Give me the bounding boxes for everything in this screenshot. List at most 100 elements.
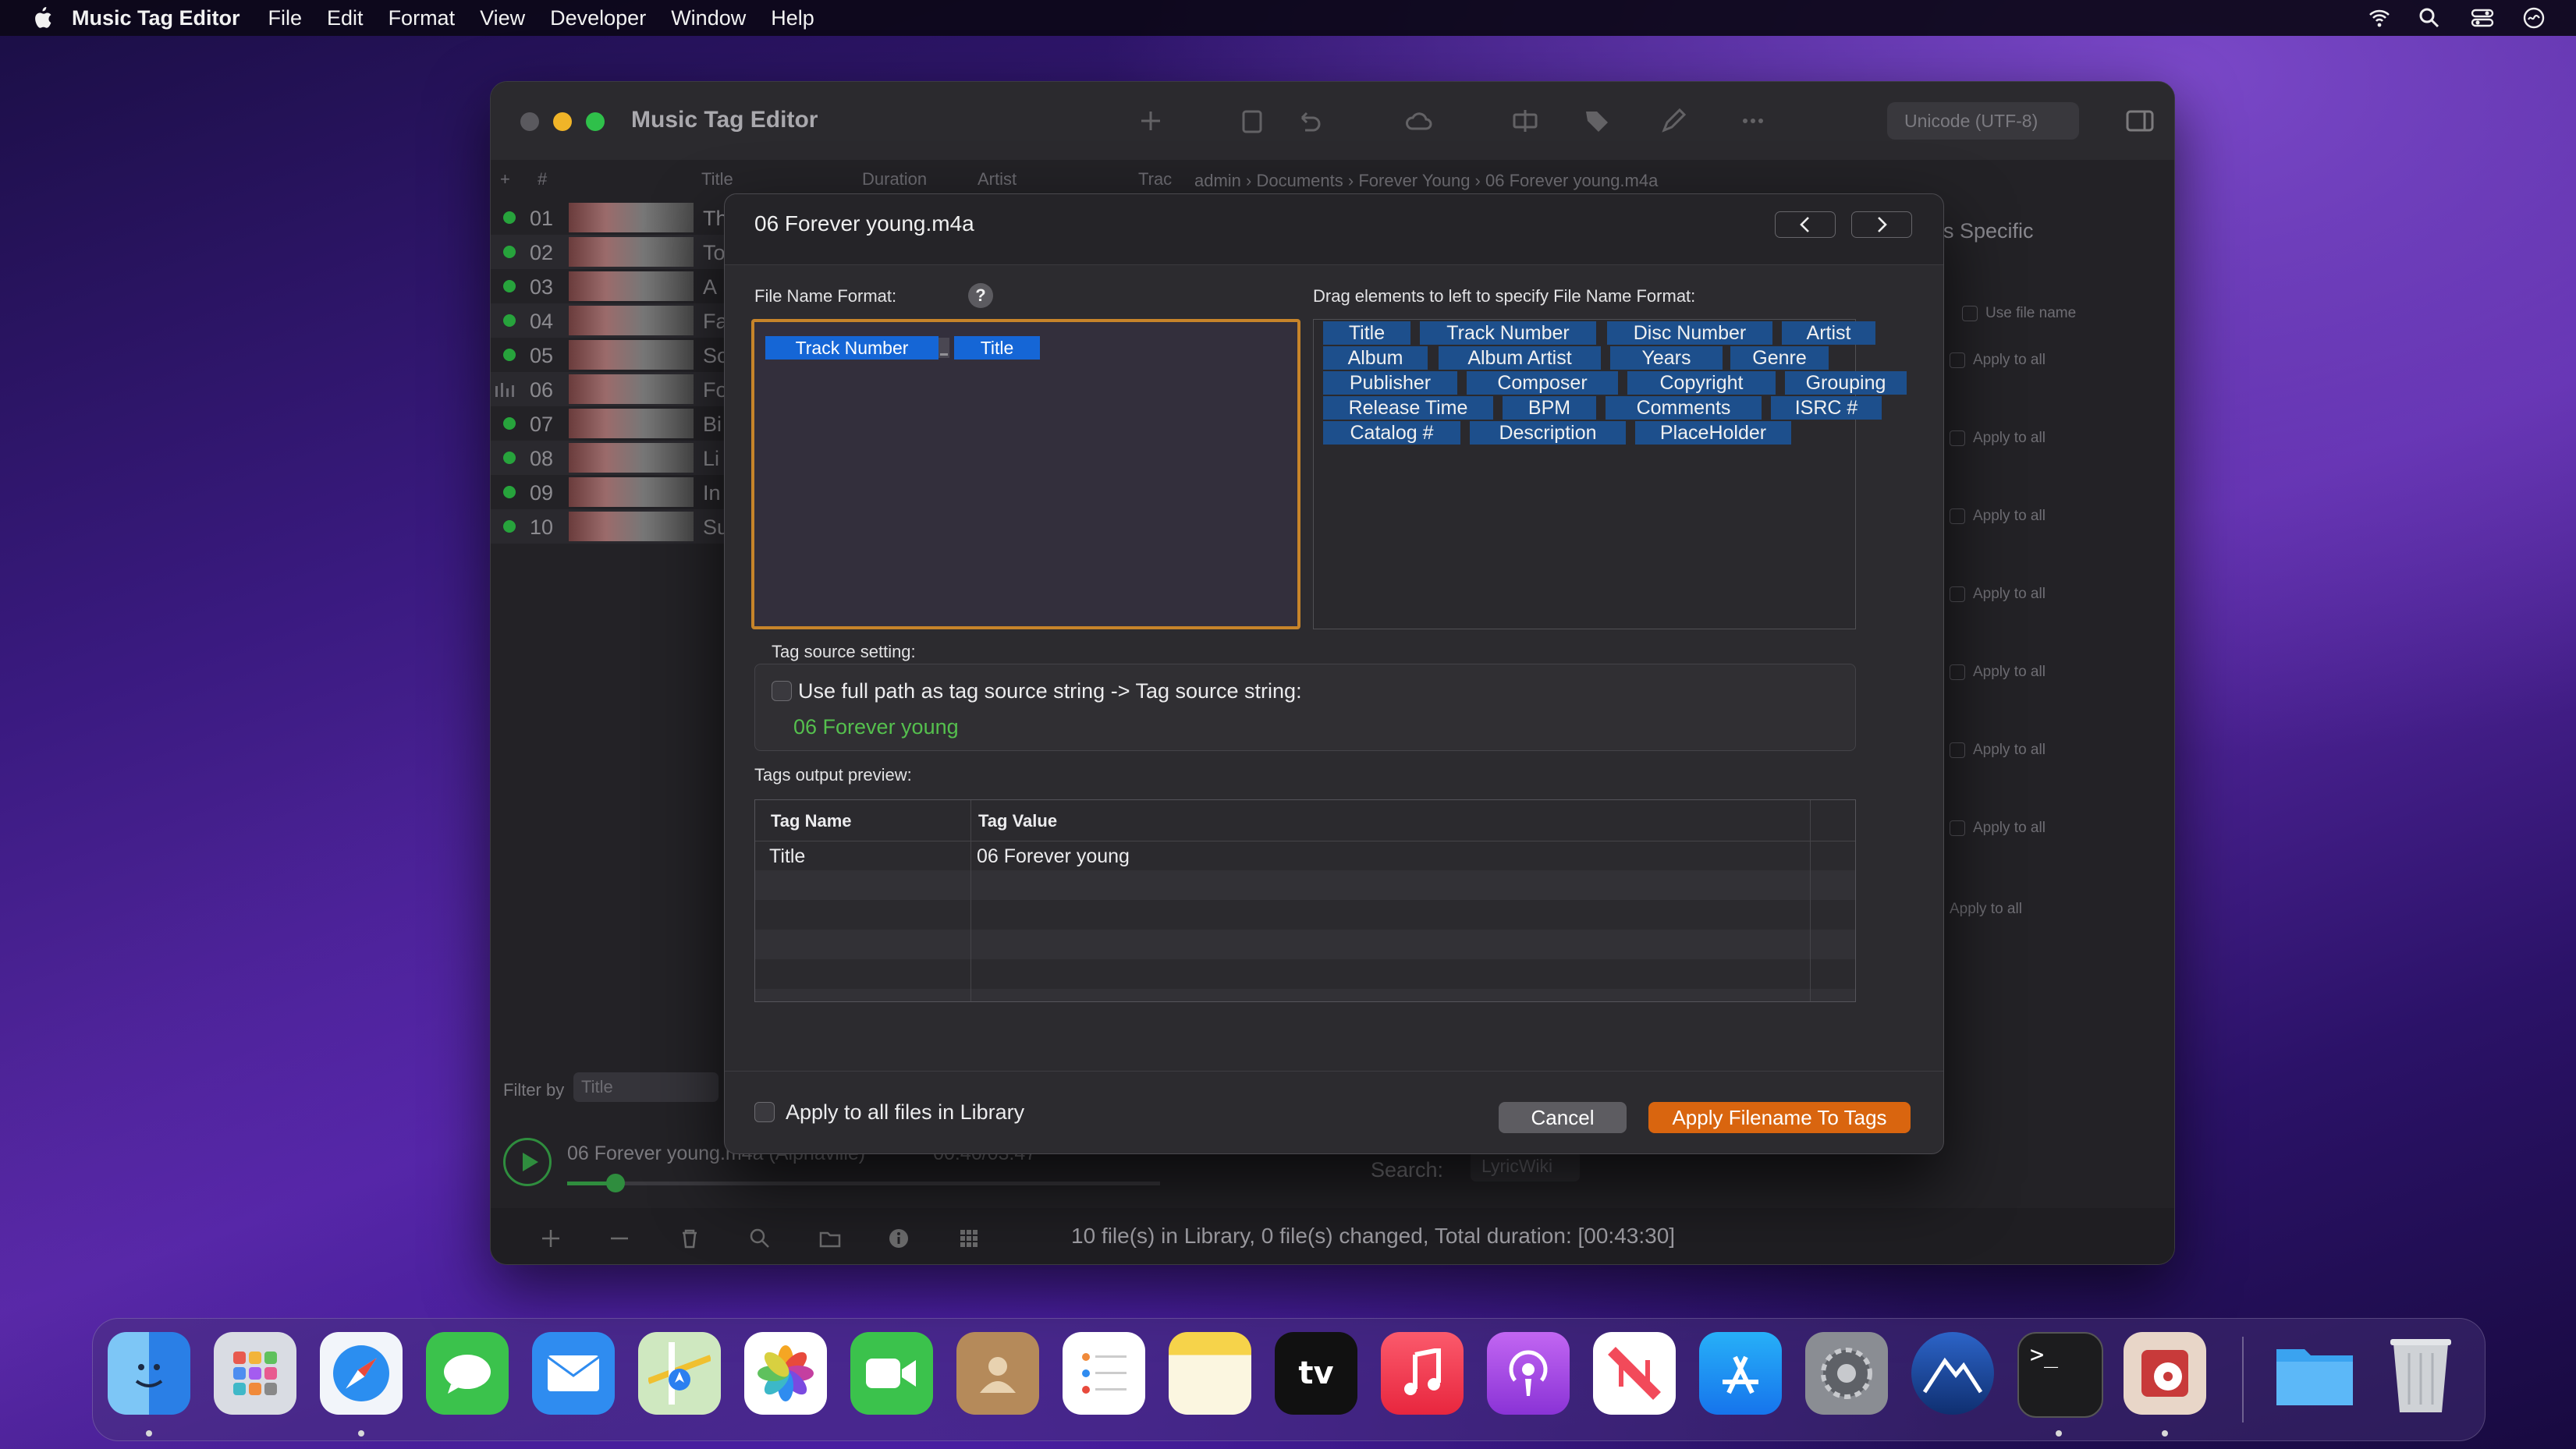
breadcrumb-item[interactable]: Documents [1256,171,1343,190]
monterey-icon[interactable] [1911,1332,1994,1415]
element-catalog[interactable]: Catalog # [1323,421,1460,445]
breadcrumb-item[interactable]: 06 Forever young.m4a [1485,171,1658,190]
table-row[interactable]: Title 06 Forever young [755,841,1855,870]
element-bpm[interactable]: BPM [1503,396,1596,420]
info-icon[interactable] [887,1227,910,1250]
breadcrumb-item[interactable]: Forever Young [1358,171,1470,190]
cancel-button[interactable]: Cancel [1499,1102,1627,1133]
app-store-icon[interactable] [1699,1332,1782,1415]
element-publisher[interactable]: Publisher [1323,371,1457,395]
element-disc-number[interactable]: Disc Number [1607,321,1772,345]
id3-editor-icon[interactable] [2124,1332,2206,1415]
element-placeholder[interactable]: PlaceHolder [1635,421,1791,445]
launchpad-icon[interactable] [214,1332,296,1415]
siri-icon[interactable] [2521,5,2546,30]
notes-icon[interactable] [1169,1332,1251,1415]
apply-all-files-checkbox[interactable] [754,1102,775,1122]
element-description[interactable]: Description [1470,421,1626,445]
menu-file[interactable]: File [268,6,303,30]
podcasts-icon[interactable] [1487,1332,1570,1415]
playback-slider[interactable] [567,1182,1160,1185]
encoding-select[interactable]: Unicode (UTF-8) [1887,102,2079,140]
use-full-path-checkbox[interactable] [772,681,792,701]
finder-icon[interactable] [108,1332,190,1415]
safari-icon[interactable] [320,1332,403,1415]
header-duration[interactable]: Duration [862,169,927,190]
contacts-icon[interactable] [956,1332,1039,1415]
music-icon[interactable] [1381,1332,1464,1415]
help-button[interactable]: ? [968,283,993,308]
use-file-name-checkbox[interactable]: Use file name [1962,305,2076,322]
spotlight-search-icon[interactable] [2417,5,2442,30]
sidebar-toggle-icon[interactable] [2124,105,2156,136]
element-release-time[interactable]: Release Time [1323,396,1493,420]
cloud-icon[interactable] [1403,105,1435,136]
messages-icon[interactable] [426,1332,509,1415]
add-icon[interactable] [1135,105,1166,136]
tab-specific[interactable]: s Specific [1943,219,2034,243]
undo-icon[interactable] [1293,105,1324,136]
token-separator[interactable] [939,336,949,360]
preview-header-tag-value[interactable]: Tag Value [978,811,1057,831]
element-comments[interactable]: Comments [1606,396,1762,420]
preview-header-tag-name[interactable]: Tag Name [771,811,852,831]
folder-icon[interactable] [2273,1332,2356,1415]
element-years[interactable]: Years [1610,346,1723,370]
folder-icon[interactable] [818,1227,842,1250]
tv-icon[interactable]: tv [1275,1332,1357,1415]
news-icon[interactable] [1593,1332,1676,1415]
wifi-icon[interactable] [2367,5,2392,30]
trash-icon[interactable] [678,1227,701,1250]
file-name-format-field[interactable]: Track Number Title [751,319,1300,629]
photos-icon[interactable] [744,1332,827,1415]
menu-view[interactable]: View [480,6,525,30]
breadcrumb-item[interactable]: admin [1194,171,1241,190]
rename-icon[interactable] [1510,105,1541,136]
menu-window[interactable]: Window [671,6,746,30]
previous-button[interactable] [1775,211,1836,238]
menu-developer[interactable]: Developer [550,6,646,30]
element-grouping[interactable]: Grouping [1785,371,1907,395]
header-artist[interactable]: Artist [978,169,1017,190]
header-number[interactable]: # [538,169,547,190]
apply-to-all-checkbox[interactable]: Apply to all [1950,586,2046,603]
header-track[interactable]: Trac [1138,169,1172,190]
element-track-number[interactable]: Track Number [1420,321,1596,345]
playback-knob[interactable] [606,1174,625,1192]
control-center-icon[interactable] [2470,5,2495,30]
apple-icon[interactable] [30,5,53,30]
system-preferences-icon[interactable] [1805,1332,1888,1415]
header-title[interactable]: Title [701,169,733,190]
search-icon[interactable] [748,1227,772,1250]
apply-to-all-checkbox[interactable]: Apply to all [1950,430,2046,447]
reminders-icon[interactable] [1063,1332,1145,1415]
apply-to-all-checkbox[interactable]: Apply to all [1950,508,2046,525]
apply-filename-to-tags-button[interactable]: Apply Filename To Tags [1648,1102,1911,1133]
element-isrc[interactable]: ISRC # [1771,396,1882,420]
add-column-icon[interactable]: + [500,169,510,190]
add-icon[interactable] [539,1227,562,1250]
format-token-track-number[interactable]: Track Number [765,336,939,360]
zoom-button[interactable] [586,112,605,131]
menu-format[interactable]: Format [389,6,456,30]
terminal-icon[interactable]: >_ [2017,1332,2103,1418]
lyric-source-select[interactable]: LyricWiki [1471,1150,1580,1182]
format-token-title[interactable]: Title [954,336,1040,360]
tag-icon[interactable] [1581,105,1613,136]
apply-to-all-checkbox[interactable]: Apply to all [1950,352,2046,369]
mail-icon[interactable] [532,1332,615,1415]
play-button[interactable] [503,1138,552,1186]
element-genre[interactable]: Genre [1730,346,1829,370]
filter-select[interactable]: Title [573,1072,719,1102]
grid-icon[interactable] [957,1227,981,1250]
apply-to-all-checkbox[interactable]: Apply to all [1950,664,2046,681]
element-album[interactable]: Album [1323,346,1428,370]
edit-icon[interactable] [1658,105,1689,136]
element-composer[interactable]: Composer [1467,371,1618,395]
menu-app-name[interactable]: Music Tag Editor [72,6,240,30]
minimize-button[interactable] [553,112,572,131]
menu-edit[interactable]: Edit [327,6,364,30]
trash-icon[interactable] [2379,1332,2462,1415]
maps-icon[interactable] [638,1332,721,1415]
element-title[interactable]: Title [1323,321,1410,345]
